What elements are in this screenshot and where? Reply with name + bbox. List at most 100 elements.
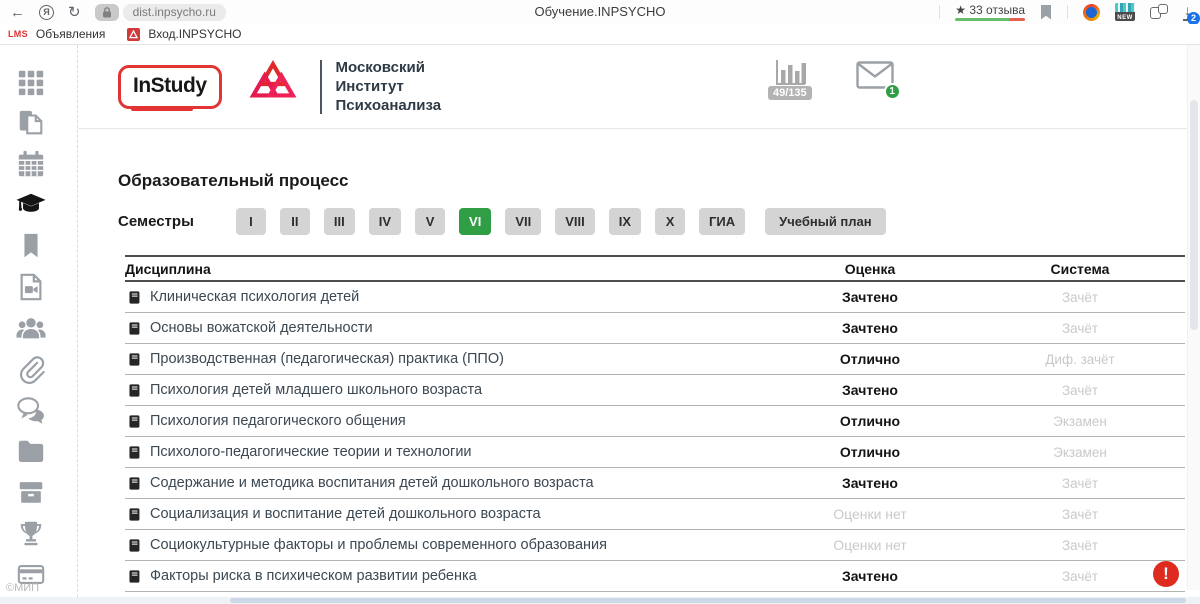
graduation-cap-icon[interactable] — [15, 190, 49, 220]
horizontal-scrollbar[interactable] — [0, 597, 1200, 604]
semester-tab-5[interactable]: V — [415, 208, 445, 235]
pixel-art — [1115, 3, 1135, 12]
divider — [939, 5, 940, 19]
mail-count-badge: 1 — [884, 83, 901, 100]
disciplines-table: Дисциплина Оценка Система Клиническая пс… — [125, 255, 1185, 592]
discipline-name[interactable]: Клиническая психология детей — [150, 289, 359, 305]
discipline-name[interactable]: Психология детей младшего школьного возр… — [150, 382, 482, 398]
mail-button[interactable]: 1 — [856, 61, 894, 94]
semester-tab-2[interactable]: II — [280, 208, 310, 235]
back-icon[interactable]: ← — [10, 5, 25, 20]
system-cell: Экзамен — [975, 445, 1185, 460]
chat-icon[interactable] — [15, 395, 49, 425]
semester-tab-10[interactable]: X — [655, 208, 685, 235]
table-row[interactable]: Клиническая психология детей Зачтено Зач… — [125, 282, 1185, 313]
mip-favicon — [127, 28, 140, 41]
vertical-scrollbar[interactable] — [1187, 45, 1200, 590]
book-icon — [127, 538, 141, 553]
table-row[interactable]: Факторы риска в психическом развитии реб… — [125, 561, 1185, 592]
archive-box-icon[interactable] — [15, 477, 49, 507]
grade-cell: Зачтено — [765, 382, 975, 398]
tabs-icon[interactable] — [1150, 4, 1168, 20]
semester-tab-9[interactable]: IX — [609, 208, 641, 235]
discipline-name[interactable]: Производственная (педагогическая) практи… — [150, 351, 504, 367]
toolbar-right: ★ 33 отзыва NEW ↓ 2 — [939, 0, 1192, 24]
download-icon[interactable]: ↓ 2 — [1183, 3, 1192, 20]
download-badge: 2 — [1187, 12, 1200, 25]
main-content: InStudy Московский Институт Психоанализа — [78, 45, 1200, 597]
system-cell: Зачёт — [975, 476, 1185, 491]
video-file-icon[interactable] — [15, 272, 49, 302]
grade-cell: Отлично — [765, 351, 975, 367]
instudy-logo[interactable]: InStudy — [118, 65, 222, 109]
table-header: Дисциплина Оценка Система — [125, 255, 1185, 282]
grade-cell: Оценки нет — [765, 506, 975, 522]
table-row[interactable]: Психология педагогического общения Отлич… — [125, 406, 1185, 437]
table-row[interactable]: Содержание и методика воспитания детей д… — [125, 468, 1185, 499]
page: ← Я ↻ dist.inpsycho.ru Обучение.INPSYCHO… — [0, 0, 1200, 604]
url-field[interactable]: dist.inpsycho.ru — [123, 4, 226, 21]
bar-chart-icon — [773, 58, 807, 88]
discipline-name[interactable]: Социокультурные факторы и проблемы совре… — [150, 537, 607, 553]
discipline-name[interactable]: Социализация и воспитание детей дошкольн… — [150, 506, 541, 522]
book-icon — [127, 414, 141, 429]
reviews-rating[interactable]: ★ 33 отзыва — [955, 3, 1025, 21]
scrollbar-thumb[interactable] — [1190, 100, 1198, 330]
tab-title: Обучение.INPSYCHO — [535, 4, 666, 19]
grid-icon[interactable] — [15, 67, 49, 97]
semester-tab-3[interactable]: III — [324, 208, 355, 235]
alert-icon[interactable]: ! — [1153, 561, 1179, 587]
semester-tab-7[interactable]: VII — [505, 208, 541, 235]
discipline-name[interactable]: Психология педагогического общения — [150, 413, 406, 429]
extension-circle-icon[interactable] — [1083, 4, 1100, 21]
table-row[interactable]: Основы вожатской деятельности Зачтено За… — [125, 313, 1185, 344]
bookmark-announcements[interactable]: Объявления — [36, 27, 105, 41]
table-row[interactable]: Социализация и воспитание детей дошкольн… — [125, 499, 1185, 530]
discipline-name[interactable]: Психолого-педагогические теории и технол… — [150, 444, 472, 460]
book-icon — [127, 321, 141, 336]
semester-tab-6-active[interactable]: VI — [459, 208, 491, 235]
reviews-label: ★ 33 отзыва — [955, 3, 1025, 17]
bookmark-icon[interactable] — [15, 231, 49, 261]
curriculum-button[interactable]: Учебный план — [765, 208, 885, 235]
semester-tab-1[interactable]: I — [236, 208, 266, 235]
documents-icon[interactable] — [15, 108, 49, 138]
paperclip-icon[interactable] — [15, 354, 49, 384]
mip-logo-icon[interactable] — [248, 60, 298, 113]
bookmarks-bar: LMS Объявления Вход.INPSYCHO — [0, 24, 1200, 45]
logo-underline — [131, 106, 193, 111]
bookmark-inpsycho-login[interactable]: Вход.INPSYCHO — [148, 27, 241, 41]
page-title: Образовательный процесс — [118, 171, 1187, 191]
grade-cell: Зачтено — [765, 289, 975, 305]
semester-tab-gia[interactable]: ГИА — [699, 208, 745, 235]
discipline-name[interactable]: Содержание и методика воспитания детей д… — [150, 475, 594, 491]
book-icon — [127, 476, 141, 491]
semester-tab-4[interactable]: IV — [369, 208, 401, 235]
grade-cell: Оценки нет — [765, 537, 975, 553]
folder-icon[interactable] — [15, 436, 49, 466]
table-row[interactable]: Психология детей младшего школьного возр… — [125, 375, 1185, 406]
table-row[interactable]: Психолого-педагогические теории и технол… — [125, 437, 1185, 468]
new-extension-icon[interactable]: NEW — [1115, 3, 1135, 21]
lock-icon[interactable] — [95, 4, 119, 21]
browser-toolbar: ← Я ↻ dist.inpsycho.ru Обучение.INPSYCHO… — [0, 0, 1200, 24]
header-stats: 49/135 1 — [768, 58, 894, 100]
book-icon — [127, 290, 141, 305]
institute-name: Московский Институт Психоанализа — [336, 58, 442, 116]
discipline-name[interactable]: Основы вожатской деятельности — [150, 320, 373, 336]
users-icon[interactable] — [15, 313, 49, 343]
header-divider — [320, 60, 322, 114]
scrollbar-thumb[interactable] — [230, 598, 1186, 603]
bookmark-flag-icon[interactable] — [1040, 5, 1052, 20]
col-system: Система — [975, 261, 1185, 277]
semester-tab-8[interactable]: VIII — [555, 208, 595, 235]
table-row[interactable]: Социокультурные факторы и проблемы совре… — [125, 530, 1185, 561]
yandex-profile-icon[interactable]: Я — [39, 5, 54, 20]
table-row[interactable]: Производственная (педагогическая) практи… — [125, 344, 1185, 375]
refresh-icon[interactable]: ↻ — [68, 5, 81, 20]
trophy-icon[interactable] — [15, 518, 49, 548]
book-icon — [127, 383, 141, 398]
discipline-name[interactable]: Факторы риска в психическом развитии реб… — [150, 568, 477, 584]
calendar-icon[interactable] — [15, 149, 49, 179]
progress-chart[interactable]: 49/135 — [768, 58, 812, 100]
